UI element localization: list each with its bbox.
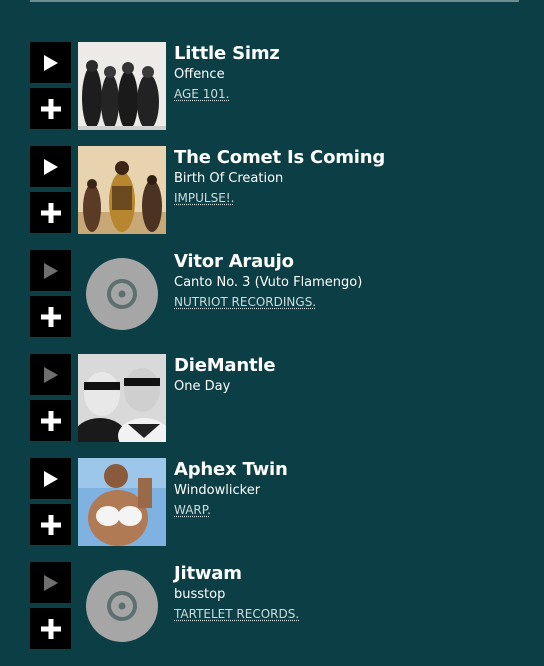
record-label-link[interactable]: IMPULSE!.: [174, 190, 234, 207]
plus-icon: [40, 306, 61, 327]
record-label-link[interactable]: WARP.: [174, 502, 211, 519]
track-item: The Comet Is Coming Birth Of Creation IM…: [30, 146, 519, 234]
artist-name: DieMantle: [174, 355, 276, 376]
record-label-link[interactable]: NUTRIOT RECORDINGS.: [174, 294, 316, 311]
play-icon: [43, 54, 58, 71]
plus-icon: [40, 98, 61, 119]
track-title: busstop: [174, 587, 226, 602]
track-info: Little Simz Offence AGE 101.: [174, 43, 514, 103]
play-button[interactable]: [30, 42, 71, 83]
add-to-playlist-button[interactable]: [30, 296, 71, 337]
track-info: DieMantle One Day: [174, 355, 514, 395]
track-info: Jitwam busstop TARTELET RECORDS.: [174, 563, 514, 623]
artist-name: Little Simz: [174, 43, 280, 64]
artist-name: Jitwam: [174, 563, 242, 584]
play-icon: [43, 366, 58, 383]
plus-icon: [40, 410, 61, 431]
album-artwork: [78, 458, 166, 546]
play-button[interactable]: [30, 354, 71, 395]
track-title: One Day: [174, 379, 231, 394]
track-title: Birth Of Creation: [174, 171, 284, 186]
track-controls: [30, 146, 71, 234]
add-to-playlist-button[interactable]: [30, 608, 71, 649]
section-divider: [30, 0, 519, 2]
play-button[interactable]: [30, 146, 71, 187]
track-title: Offence: [174, 67, 225, 82]
album-artwork: [78, 146, 166, 234]
play-button[interactable]: [30, 250, 71, 291]
track-item: Aphex Twin Windowlicker WARP.: [30, 458, 519, 546]
track-item: Jitwam busstop TARTELET RECORDS.: [30, 562, 519, 650]
play-button[interactable]: [30, 458, 71, 499]
album-artwork: [78, 250, 166, 338]
track-controls: [30, 42, 71, 130]
track-title: Canto No. 3 (Vuto Flamengo): [174, 275, 363, 290]
play-button[interactable]: [30, 562, 71, 603]
track-info: The Comet Is Coming Birth Of Creation IM…: [174, 147, 514, 207]
album-artwork: [78, 42, 166, 130]
track-info: Aphex Twin Windowlicker WARP.: [174, 459, 514, 519]
play-icon: [43, 470, 58, 487]
add-to-playlist-button[interactable]: [30, 504, 71, 545]
record-label-link[interactable]: AGE 101.: [174, 86, 229, 103]
album-artwork: [78, 354, 166, 442]
add-to-playlist-button[interactable]: [30, 400, 71, 441]
track-list: Little Simz Offence AGE 101. The Comet I…: [30, 42, 519, 666]
track-item: DieMantle One Day: [30, 354, 519, 442]
track-title: Windowlicker: [174, 483, 261, 498]
track-info: Vitor Araujo Canto No. 3 (Vuto Flamengo)…: [174, 251, 514, 311]
record-label-link[interactable]: TARTELET RECORDS.: [174, 606, 299, 623]
plus-icon: [40, 202, 61, 223]
track-controls: [30, 562, 71, 650]
play-icon: [43, 158, 58, 175]
artist-name: Vitor Araujo: [174, 251, 294, 272]
play-icon: [43, 262, 58, 279]
track-controls: [30, 250, 71, 338]
add-to-playlist-button[interactable]: [30, 192, 71, 233]
track-controls: [30, 458, 71, 546]
disc-icon: [86, 570, 158, 642]
disc-icon: [86, 258, 158, 330]
track-item: Vitor Araujo Canto No. 3 (Vuto Flamengo)…: [30, 250, 519, 338]
track-controls: [30, 354, 71, 442]
artist-name: The Comet Is Coming: [174, 147, 386, 168]
artist-name: Aphex Twin: [174, 459, 288, 480]
track-item: Little Simz Offence AGE 101.: [30, 42, 519, 130]
album-artwork: [78, 562, 166, 650]
plus-icon: [40, 514, 61, 535]
add-to-playlist-button[interactable]: [30, 88, 71, 129]
plus-icon: [40, 618, 61, 639]
play-icon: [43, 574, 58, 591]
